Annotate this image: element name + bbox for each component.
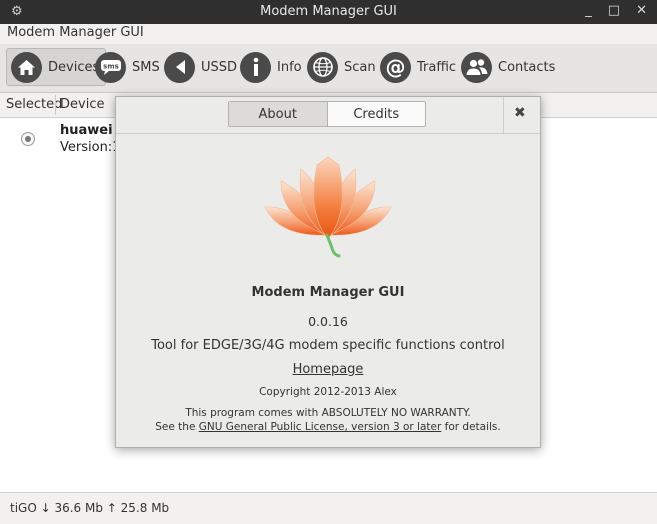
- ussd-button[interactable]: USSD: [160, 48, 243, 86]
- lotus-logo-icon: [264, 156, 392, 258]
- home-icon: [11, 51, 42, 83]
- app-name: Modem Manager GUI: [251, 285, 405, 300]
- close-window-button[interactable]: ✕: [636, 3, 647, 18]
- traffic-label: Traffic: [417, 59, 457, 75]
- contacts-button[interactable]: Contacts: [457, 48, 561, 86]
- column-header-device[interactable]: Device: [60, 97, 104, 112]
- ussd-icon: [164, 51, 195, 83]
- traffic-button[interactable]: @ Traffic: [376, 48, 462, 86]
- contacts-label: Contacts: [498, 59, 556, 75]
- info-label: Info: [277, 59, 302, 75]
- license-text: See the GNU General Public License, vers…: [116, 421, 540, 433]
- at-icon: @: [380, 51, 411, 83]
- maximize-button[interactable]: □: [608, 3, 620, 18]
- license-link[interactable]: GNU General Public License, version 3 or…: [199, 421, 442, 433]
- window-title: Modem Manager GUI: [260, 4, 397, 19]
- header-divider: [503, 97, 504, 133]
- info-button[interactable]: Info: [236, 48, 308, 86]
- status-bar: tiGO ↓ 36.6 Mb ↑ 25.8 Mb: [0, 492, 657, 524]
- column-header-selected[interactable]: Selected: [6, 97, 62, 112]
- globe-icon: [307, 51, 338, 83]
- license-prefix: See the: [155, 421, 199, 433]
- svg-text:sms: sms: [103, 63, 119, 71]
- close-dialog-icon[interactable]: ✖: [514, 105, 526, 121]
- license-suffix: for details.: [441, 421, 501, 433]
- app-menu[interactable]: Modem Manager GUI: [7, 25, 144, 40]
- warranty-text: This program comes with ABSOLUTELY NO WA…: [185, 407, 471, 419]
- info-icon: [240, 51, 271, 83]
- sms-button[interactable]: sms SMS: [91, 48, 166, 86]
- main-toolbar: Devices sms SMS USSD Info Scan @ Traffic…: [0, 44, 657, 93]
- app-version: 0.0.16: [308, 314, 348, 329]
- contacts-icon: [461, 51, 492, 83]
- sms-label: SMS: [132, 59, 160, 75]
- scan-label: Scan: [344, 59, 376, 75]
- scan-button[interactable]: Scan: [303, 48, 382, 86]
- status-text: tiGO ↓ 36.6 Mb ↑ 25.8 Mb: [10, 501, 170, 515]
- about-dialog-header: About Credits ✖: [116, 97, 540, 134]
- app-window: ⚙ Modem Manager GUI _ □ ✕ Modem Manager …: [0, 0, 657, 524]
- about-tabs: About Credits: [228, 101, 426, 127]
- minimize-button[interactable]: _: [585, 3, 592, 18]
- homepage-link[interactable]: Homepage: [116, 362, 540, 377]
- copyright-text: Copyright 2012-2013 Alex: [259, 386, 397, 398]
- tab-about[interactable]: About: [229, 102, 328, 126]
- about-dialog: About Credits ✖ Modem Manager GUI 0.0.16…: [115, 96, 541, 448]
- ussd-label: USSD: [201, 59, 238, 75]
- menu-bar: Modem Manager GUI: [0, 24, 657, 44]
- tab-credits[interactable]: Credits: [327, 102, 425, 126]
- title-bar: ⚙ Modem Manager GUI _ □ ✕: [0, 0, 657, 24]
- app-description: Tool for EDGE/3G/4G modem specific funct…: [151, 338, 505, 353]
- sms-icon: sms: [95, 51, 126, 83]
- column-divider: [55, 95, 56, 115]
- device-select-radio[interactable]: [21, 132, 35, 146]
